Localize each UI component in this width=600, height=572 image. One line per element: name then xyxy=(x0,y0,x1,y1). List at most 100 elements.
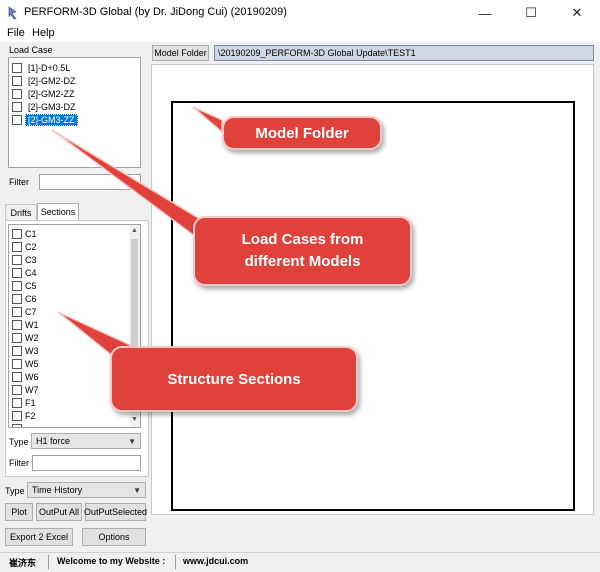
checkbox[interactable] xyxy=(12,254,22,265)
list-item-label: W1 xyxy=(25,319,39,330)
checkbox[interactable] xyxy=(12,228,22,239)
section-type-select[interactable]: H1 force ▼ xyxy=(31,433,141,449)
section-filter-input[interactable] xyxy=(32,455,141,471)
output-all-button[interactable]: OutPut All xyxy=(36,503,82,521)
menu-bar: File Help xyxy=(0,26,600,42)
status-author: 崔济东 xyxy=(9,558,37,568)
checkbox[interactable] xyxy=(12,319,22,330)
list-item-label: [2]-GM2-ZZ xyxy=(28,88,75,99)
output-type-label: Type xyxy=(5,486,25,496)
list-item-label: [2]-GM3-ZZ xyxy=(25,113,78,126)
list-item[interactable]: C4 xyxy=(12,266,37,279)
status-divider xyxy=(175,555,176,569)
checkbox[interactable] xyxy=(12,371,22,382)
list-item[interactable]: [2]-GM2-ZZ xyxy=(12,87,78,100)
title-bar: PERFORM-3D Global (by Dr. JiDong Cui) (2… xyxy=(0,0,600,26)
status-bar: 崔济东 Welcome to my Website : www.jdcui.co… xyxy=(0,552,600,572)
list-item[interactable]: W7 xyxy=(12,383,39,396)
options-button[interactable]: Options xyxy=(82,528,146,546)
menu-file[interactable]: File xyxy=(7,27,25,39)
tab-drifts[interactable]: Drifts xyxy=(5,204,37,220)
load-case-filter-label: Filter xyxy=(9,177,29,187)
list-item[interactable]: W1 xyxy=(12,318,39,331)
maximize-button[interactable]: ☐ xyxy=(508,0,554,26)
checkbox[interactable] xyxy=(12,397,22,408)
export-excel-button[interactable]: Export 2 Excel xyxy=(5,528,73,546)
list-item[interactable]: W6 xyxy=(12,370,39,383)
list-item[interactable]: C7 xyxy=(12,305,37,318)
checkbox[interactable] xyxy=(12,280,22,291)
output-type-value: Time History xyxy=(32,485,83,495)
callout-load-cases: Load Cases from different Models xyxy=(193,216,412,286)
checkbox[interactable] xyxy=(12,410,22,421)
checkbox[interactable] xyxy=(12,114,22,125)
model-folder-path: \20190209_PERFORM-3D Global Update\TEST1 xyxy=(214,45,594,61)
plot-frame xyxy=(171,101,575,511)
list-item[interactable]: [1]-D+0.5L xyxy=(12,61,73,74)
list-item-label: [2]-GM2-DZ xyxy=(28,75,76,86)
output-type-select[interactable]: Time History ▼ xyxy=(27,482,146,498)
list-item[interactable]: W3 xyxy=(12,344,39,357)
list-item-label: C2 xyxy=(25,241,37,252)
checkbox[interactable] xyxy=(12,423,22,427)
status-divider xyxy=(48,555,49,569)
checkbox[interactable] xyxy=(12,101,22,112)
section-type-value: H1 force xyxy=(36,436,71,446)
load-case-label: Load Case xyxy=(9,45,53,55)
checkbox[interactable] xyxy=(12,358,22,369)
checkbox[interactable] xyxy=(12,293,22,304)
list-item-label: W3 xyxy=(25,345,39,356)
scroll-up-icon[interactable]: ▲ xyxy=(131,227,138,234)
checkbox[interactable] xyxy=(12,332,22,343)
checkbox[interactable] xyxy=(12,88,22,99)
list-item-label: C5 xyxy=(25,280,37,291)
list-item[interactable]: [2]-GM3-DZ xyxy=(12,100,79,113)
status-welcome: Welcome to my Website : xyxy=(57,556,166,566)
checkbox[interactable] xyxy=(12,384,22,395)
tab-sections[interactable]: Sections xyxy=(37,203,79,220)
list-item-label: C7 xyxy=(25,306,37,317)
checkbox[interactable] xyxy=(12,75,22,86)
list-item[interactable]: [2]-GM2-DZ xyxy=(12,74,79,87)
list-item-label: [1]-D+0.5L xyxy=(28,62,71,73)
list-item[interactable]: C5 xyxy=(12,279,37,292)
app-icon xyxy=(8,6,17,20)
callout-model-folder: Model Folder xyxy=(222,116,382,150)
list-item[interactable]: F2 xyxy=(12,409,36,422)
list-item[interactable]: C1 xyxy=(12,227,37,240)
minimize-button[interactable]: — xyxy=(462,0,508,26)
list-item-label: W7 xyxy=(25,384,39,395)
checkbox[interactable] xyxy=(12,345,22,356)
list-item-label: C4 xyxy=(25,267,37,278)
load-case-filter-input[interactable] xyxy=(39,174,141,190)
menu-help[interactable]: Help xyxy=(32,27,55,39)
callout-structure-sections: Structure Sections xyxy=(110,346,358,412)
chevron-down-icon: ▼ xyxy=(128,437,136,446)
list-item-label: C1 xyxy=(25,228,37,239)
status-website[interactable]: www.jdcui.com xyxy=(183,556,248,566)
window-title: PERFORM-3D Global (by Dr. JiDong Cui) (2… xyxy=(24,6,287,18)
close-button[interactable]: ✕ xyxy=(554,0,600,26)
list-item-label: F1 xyxy=(25,397,36,408)
checkbox[interactable] xyxy=(12,62,22,73)
checkbox[interactable] xyxy=(12,306,22,317)
list-item-label: W2 xyxy=(25,332,39,343)
list-item-selected[interactable]: [2]-GM3-ZZ xyxy=(12,113,78,126)
list-item-label: C6 xyxy=(25,293,37,304)
list-item[interactable]: W2 xyxy=(12,331,39,344)
output-selected-button[interactable]: OutPutSelected xyxy=(84,503,147,521)
list-item[interactable]: C3 xyxy=(12,253,37,266)
plot-button[interactable]: Plot xyxy=(5,503,33,521)
load-case-list[interactable]: [1]-D+0.5L [2]-GM2-DZ [2]-GM2-ZZ [2]-GM3… xyxy=(8,57,141,168)
scroll-down-icon[interactable]: ▼ xyxy=(131,416,138,423)
list-item[interactable]: C2 xyxy=(12,240,37,253)
checkbox[interactable] xyxy=(12,267,22,278)
list-item[interactable] xyxy=(12,422,25,427)
checkbox[interactable] xyxy=(12,241,22,252)
list-item[interactable]: W5 xyxy=(12,357,39,370)
list-item-label: W5 xyxy=(25,358,39,369)
list-item[interactable]: F1 xyxy=(12,396,36,409)
list-item-label: W6 xyxy=(25,371,39,382)
model-folder-button[interactable]: Model Folder xyxy=(152,45,209,61)
list-item[interactable]: C6 xyxy=(12,292,37,305)
